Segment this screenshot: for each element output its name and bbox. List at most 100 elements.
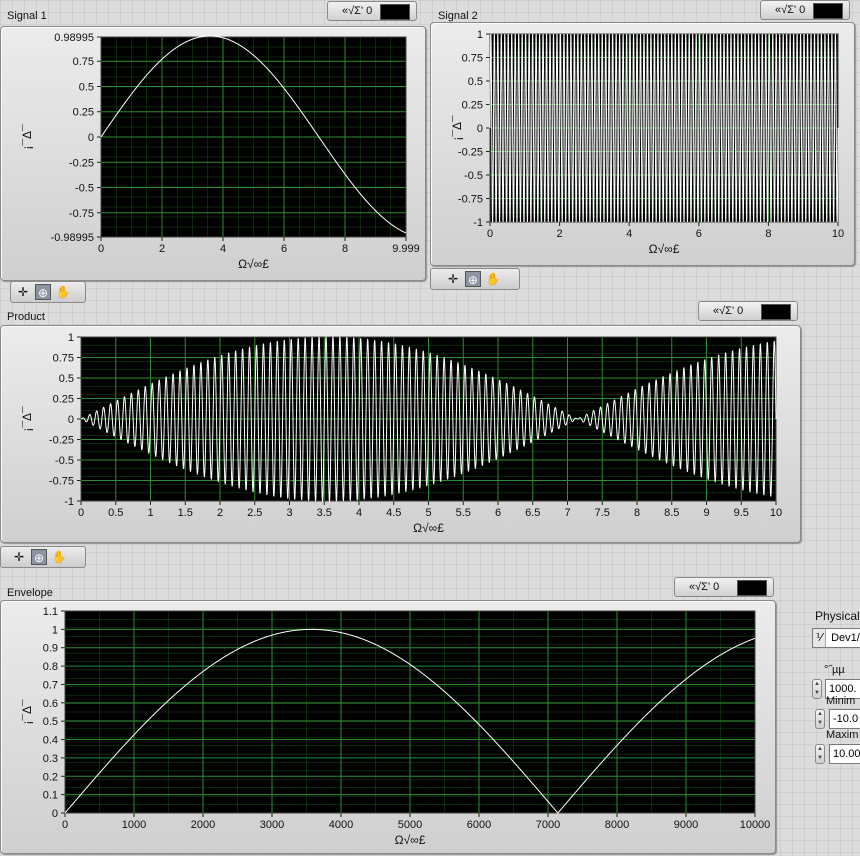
x-tick-label: 0.5 (108, 507, 123, 519)
x-axis-title: Ω√∞£ (649, 242, 680, 256)
x-tick-label: 8000 (605, 819, 629, 831)
product-label: Product (7, 311, 45, 323)
x-tick-label: 2000 (191, 819, 215, 831)
minimum-value-field[interactable]: -10.0 (829, 709, 860, 729)
physical-channel-io-icon: ⅟ (813, 629, 826, 647)
x-tick-label: 3 (286, 507, 292, 519)
signal1-graph-palette: ✛ ⊕ ✋ (10, 281, 86, 303)
y-tick-label: 0.9 (43, 643, 58, 655)
x-tick-label: 6 (281, 243, 287, 255)
y-tick-label: -0.75 (458, 194, 483, 206)
signal2-legend-text: «√Σ' 0 (775, 4, 806, 16)
x-tick-label: 8 (634, 507, 640, 519)
x-tick-label: 10000 (740, 819, 771, 831)
envelope-plot-legend[interactable]: «√Σ' 0 (674, 577, 774, 597)
y-tick-label: 0.4 (43, 735, 58, 747)
pan-tool-icon[interactable]: ✋ (485, 271, 501, 287)
x-tick-label: 4.5 (386, 507, 401, 519)
zoom-tool-icon[interactable]: ⊕ (31, 549, 47, 565)
x-tick-label: 3.5 (317, 507, 332, 519)
signal1-legend-swatch (380, 4, 410, 20)
x-tick-label: 0 (62, 819, 68, 831)
y-tick-label: -0.75 (49, 476, 74, 488)
y-tick-label: 0.75 (73, 56, 94, 68)
x-tick-label: 1 (147, 507, 153, 519)
y-axis-title: ¡¯Δ¯ (20, 406, 34, 432)
x-tick-label: 7 (564, 507, 570, 519)
y-tick-label: 0.3 (43, 753, 58, 765)
x-tick-label: 9 (703, 507, 709, 519)
signal1-legend-text: «√Σ' 0 (342, 5, 373, 17)
x-tick-label: 5 (425, 507, 431, 519)
y-tick-label: 0.25 (462, 100, 483, 112)
product-graph-palette: ✛ ⊕ ✋ (0, 546, 86, 568)
y-tick-label: 0 (68, 414, 74, 426)
product-plot-legend[interactable]: «√Σ' 0 (698, 301, 798, 321)
y-tick-label: 1 (477, 29, 483, 41)
y-tick-label: 0.1 (43, 790, 58, 802)
signal2-graph-palette: ✛ ⊕ ✋ (430, 268, 520, 290)
cursor-move-tool-icon[interactable]: ✛ (445, 271, 461, 287)
y-tick-label: 0.75 (462, 53, 483, 65)
maximum-value-stepper[interactable]: ▲ ▼ (815, 744, 825, 764)
x-tick-label: 6.5 (525, 507, 540, 519)
envelope-legend-text: «√Σ' 0 (689, 581, 720, 593)
physical-channel-value: Dev1/ (831, 632, 860, 644)
physical-channel-field[interactable]: ⅟ Dev1/ (812, 628, 860, 648)
cursor-move-tool-icon[interactable]: ✛ (15, 284, 31, 300)
y-tick-label: 0.25 (53, 394, 74, 406)
x-tick-label: 2 (159, 243, 165, 255)
signal2-plot-legend[interactable]: «√Σ' 0 (760, 0, 850, 20)
x-tick-label: 1000 (122, 819, 146, 831)
x-axis-title: Ω√∞£ (395, 833, 426, 847)
y-axis-title: ¡¯Δ¯ (20, 124, 34, 150)
x-tick-label: 10 (832, 228, 844, 240)
rate-label: °˝µµ (824, 664, 845, 676)
y-tick-label: 0.75 (53, 353, 74, 365)
product-legend-text: «√Σ' 0 (713, 305, 744, 317)
x-tick-label: 9.999 (392, 243, 420, 255)
signal1-chart: 0 2 4 6 8 9.999 0.98995 0.75 0.5 0.25 0 -0.25 -0.5 -0… (20, 32, 420, 271)
x-tick-label: 8.5 (664, 507, 679, 519)
rate-stepper[interactable]: ▲ ▼ (812, 679, 822, 699)
pan-tool-icon[interactable]: ✋ (51, 549, 67, 565)
x-tick-label: 2.5 (247, 507, 262, 519)
x-tick-label: 4 (220, 243, 226, 255)
series-line (489, 33, 839, 223)
y-tick-label: 0 (88, 132, 94, 144)
x-tick-label: 7000 (536, 819, 560, 831)
x-tick-label: 9000 (674, 819, 698, 831)
maximum-value-field[interactable]: 10.00 (829, 744, 860, 764)
x-tick-label: 7.5 (595, 507, 610, 519)
x-tick-label: 6000 (467, 819, 491, 831)
y-tick-label: -0.5 (55, 455, 74, 467)
y-tick-label: 0.8 (43, 661, 58, 673)
x-axis-title: Ω√∞£ (413, 521, 444, 535)
zoom-tool-icon[interactable]: ⊕ (465, 271, 481, 287)
signal2-legend-swatch (813, 3, 843, 19)
signal1-plot-legend[interactable]: «√Σ' 0 (327, 1, 417, 21)
y-tick-label: 1 (68, 332, 74, 344)
y-tick-label: -0.98995 (51, 232, 94, 244)
x-tick-label: 1.5 (178, 507, 193, 519)
minimum-value-stepper[interactable]: ▲ ▼ (815, 709, 825, 729)
product-chart: 0 0.5 1 1.5 2 2.5 3 3.5 4 4.5 5 5.5 6 6.5 7 7.5 8 8.5 9 9.5… (20, 332, 782, 535)
cursor-move-tool-icon[interactable]: ✛ (11, 549, 27, 565)
y-tick-label: 0.98995 (54, 32, 94, 44)
x-tick-label: 4 (356, 507, 362, 519)
y-tick-label: 0 (477, 123, 483, 135)
y-tick-label: 0.5 (468, 76, 483, 88)
y-tick-label: 0.5 (59, 373, 74, 385)
x-tick-label: 6 (495, 507, 501, 519)
x-tick-label: 6 (696, 228, 702, 240)
x-tick-label: 4 (626, 228, 632, 240)
y-tick-label: 0.25 (73, 107, 94, 119)
x-axis-title: Ω√∞£ (238, 257, 269, 271)
y-tick-label: 0.5 (43, 716, 58, 728)
zoom-tool-icon[interactable]: ⊕ (35, 284, 51, 300)
pan-tool-icon[interactable]: ✋ (55, 284, 71, 300)
product-legend-swatch (761, 304, 791, 320)
signal1-graph: 0 2 4 6 8 9.999 0.98995 0.75 0.5 0.25 0 -0.25 -0.5 -0… (0, 26, 426, 281)
y-tick-label: -1 (64, 496, 74, 508)
y-tick-label: 0.5 (79, 81, 94, 93)
